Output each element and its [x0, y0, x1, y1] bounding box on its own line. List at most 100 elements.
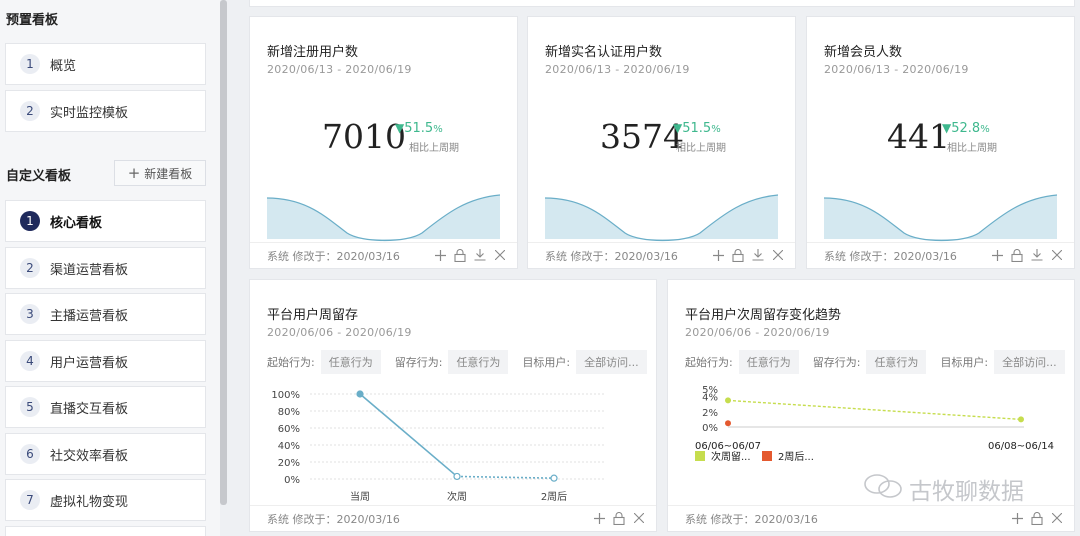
card-footer: 系统 修改于：2020/03/16	[807, 242, 1074, 268]
new-board-button[interactable]: + 新建看板	[114, 160, 206, 186]
filter-bar: 起始行为: 任意行为 留存行为: 任意行为 目标用户: 全部访问...	[685, 350, 1073, 374]
delta-value: 51.5	[682, 121, 712, 136]
sidebar-item-overview[interactable]: 1 概览	[5, 43, 206, 85]
start-behavior-select[interactable]: 任意行为	[738, 350, 799, 374]
close-icon[interactable]	[1050, 511, 1064, 525]
download-icon[interactable]	[751, 248, 765, 262]
item-number: 4	[20, 351, 40, 371]
new-board-label: 新建看板	[144, 166, 193, 181]
card-title: 新增注册用户数	[267, 45, 359, 60]
metric-value: 3574	[600, 117, 684, 156]
sidebar-item-live-interaction[interactable]: 5 直播交互看板	[5, 386, 206, 428]
data-point	[725, 397, 731, 404]
delta-unit: %	[980, 124, 990, 135]
lock-icon[interactable]	[612, 511, 626, 525]
sidebar-item-anchor[interactable]: 3 主播运营看板	[5, 293, 206, 335]
item-number: 2	[20, 258, 40, 278]
sparkline-chart	[824, 194, 1057, 242]
x-tick-label: 06/06~06/07	[695, 441, 761, 452]
retention-trend-chart: 5%4%2%0%06/06~06/07 06/08~06/14次周留... 2周后.…	[695, 386, 1054, 463]
modified-info: 系统 修改于：2020/03/16	[267, 249, 400, 263]
start-behavior-label: 起始行为:	[267, 356, 315, 369]
target-users-label: 目标用户:	[522, 356, 571, 369]
lock-icon[interactable]	[453, 248, 467, 262]
sidebar-item-gift[interactable]: 7 虚拟礼物变现	[5, 479, 206, 521]
sparkline-chart	[267, 194, 500, 242]
top-panel-edge	[249, 0, 1075, 7]
delta-percent: ▼51.5%	[395, 121, 443, 136]
card-date: 2020/06/13 - 2020/06/19	[267, 63, 412, 76]
metric-value: 7010	[322, 117, 406, 156]
retention-line-chart: 100% 80% 60% 40% 20% 0% 当周 次周 2周后	[271, 390, 605, 503]
delta-percent: ▼52.8%	[942, 121, 990, 136]
delta-percent: ▼51.5%	[673, 121, 721, 136]
series-line	[456, 475, 555, 479]
series-line	[727, 399, 1022, 421]
add-icon[interactable]	[592, 511, 606, 525]
card-date: 2020/06/13 - 2020/06/19	[545, 63, 690, 76]
card-footer: 系统 修改于：2020/03/16	[668, 505, 1074, 531]
card-date: 2020/06/13 - 2020/06/19	[824, 63, 969, 76]
sidebar-item-realtime-monitor[interactable]: 2 实时监控模板	[5, 90, 206, 132]
sidebar-item-social[interactable]: 6 社交效率看板	[5, 433, 206, 475]
filter-bar: 起始行为: 任意行为 留存行为: 任意行为 目标用户: 全部访问...	[267, 350, 655, 374]
card-date: 2020/06/06 - 2020/06/19	[267, 326, 412, 339]
add-icon[interactable]	[990, 248, 1004, 262]
watermark-text: 古牧聊数据	[909, 479, 1024, 505]
delta-value: 52.8	[951, 121, 981, 136]
item-number: 1	[20, 54, 40, 74]
sidebar: 预置看板 1 概览 2 实时监控模板 自定义看板 + 新建看板 1 核心看板 2…	[0, 0, 220, 536]
sidebar-item-label: 直播交互看板	[50, 401, 129, 417]
lock-icon[interactable]	[731, 248, 745, 262]
lock-icon[interactable]	[1030, 511, 1044, 525]
item-number: 7	[20, 490, 40, 510]
preset-section-title: 预置看板	[6, 13, 59, 28]
delta-note: 相比上周期	[947, 143, 997, 154]
item-number: 2	[20, 101, 40, 121]
sidebar-item-user-ops[interactable]: 4 用户运营看板	[5, 340, 206, 382]
x-tick-label: 06/08~06/14	[988, 441, 1054, 452]
y-tick-label: 100%	[271, 390, 300, 401]
close-icon[interactable]	[493, 248, 507, 262]
add-icon[interactable]	[711, 248, 725, 262]
retain-behavior-label: 留存行为:	[394, 356, 443, 369]
delta-unit: %	[433, 124, 443, 135]
sidebar-scrollbar[interactable]	[220, 0, 227, 505]
down-triangle-icon: ▼	[942, 121, 952, 135]
add-icon[interactable]	[1010, 511, 1024, 525]
card-title: 平台用户次周留存变化趋势	[685, 308, 842, 323]
download-icon[interactable]	[473, 248, 487, 262]
down-triangle-icon: ▼	[395, 121, 405, 135]
lock-icon[interactable]	[1010, 248, 1024, 262]
download-icon[interactable]	[1030, 248, 1044, 262]
sparkline-chart	[545, 194, 778, 242]
sidebar-item-label: 概览	[50, 58, 77, 74]
sidebar-item-core[interactable]: 1 核心看板	[5, 200, 206, 242]
x-tick-label: 当周	[350, 490, 370, 503]
sidebar-item-label: 社交效率看板	[50, 448, 129, 464]
target-users-select[interactable]: 全部访问...	[994, 350, 1065, 374]
legend-swatch	[762, 451, 772, 461]
close-icon[interactable]	[771, 248, 785, 262]
card-footer: 系统 修改于：2020/03/16	[250, 242, 517, 268]
card-date: 2020/06/06 - 2020/06/19	[685, 326, 830, 339]
add-icon[interactable]	[433, 248, 447, 262]
close-icon[interactable]	[1050, 248, 1064, 262]
retain-behavior-select[interactable]: 任意行为	[448, 350, 509, 374]
series-line	[359, 393, 458, 478]
metric-card-verified-users: 新增实名认证用户数 2020/06/13 - 2020/06/19 3574 ▼…	[527, 16, 796, 269]
sidebar-item-label: 主播运营看板	[50, 308, 129, 324]
card-footer: 系统 修改于：2020/03/16	[528, 242, 795, 268]
close-icon[interactable]	[632, 511, 646, 525]
retain-behavior-select[interactable]: 任意行为	[866, 350, 927, 374]
target-users-select[interactable]: 全部访问...	[576, 350, 647, 374]
y-tick-label: 40%	[278, 441, 300, 452]
y-tick-label: 0%	[702, 423, 718, 434]
item-number: 3	[20, 304, 40, 324]
data-point	[725, 420, 731, 427]
start-behavior-select[interactable]: 任意行为	[320, 350, 381, 374]
sidebar-item-channel[interactable]: 2 渠道运营看板	[5, 247, 206, 289]
sidebar-item-label: 实时监控模板	[50, 105, 129, 121]
data-point	[453, 472, 461, 481]
modified-info: 系统 修改于：2020/03/16	[685, 512, 818, 526]
